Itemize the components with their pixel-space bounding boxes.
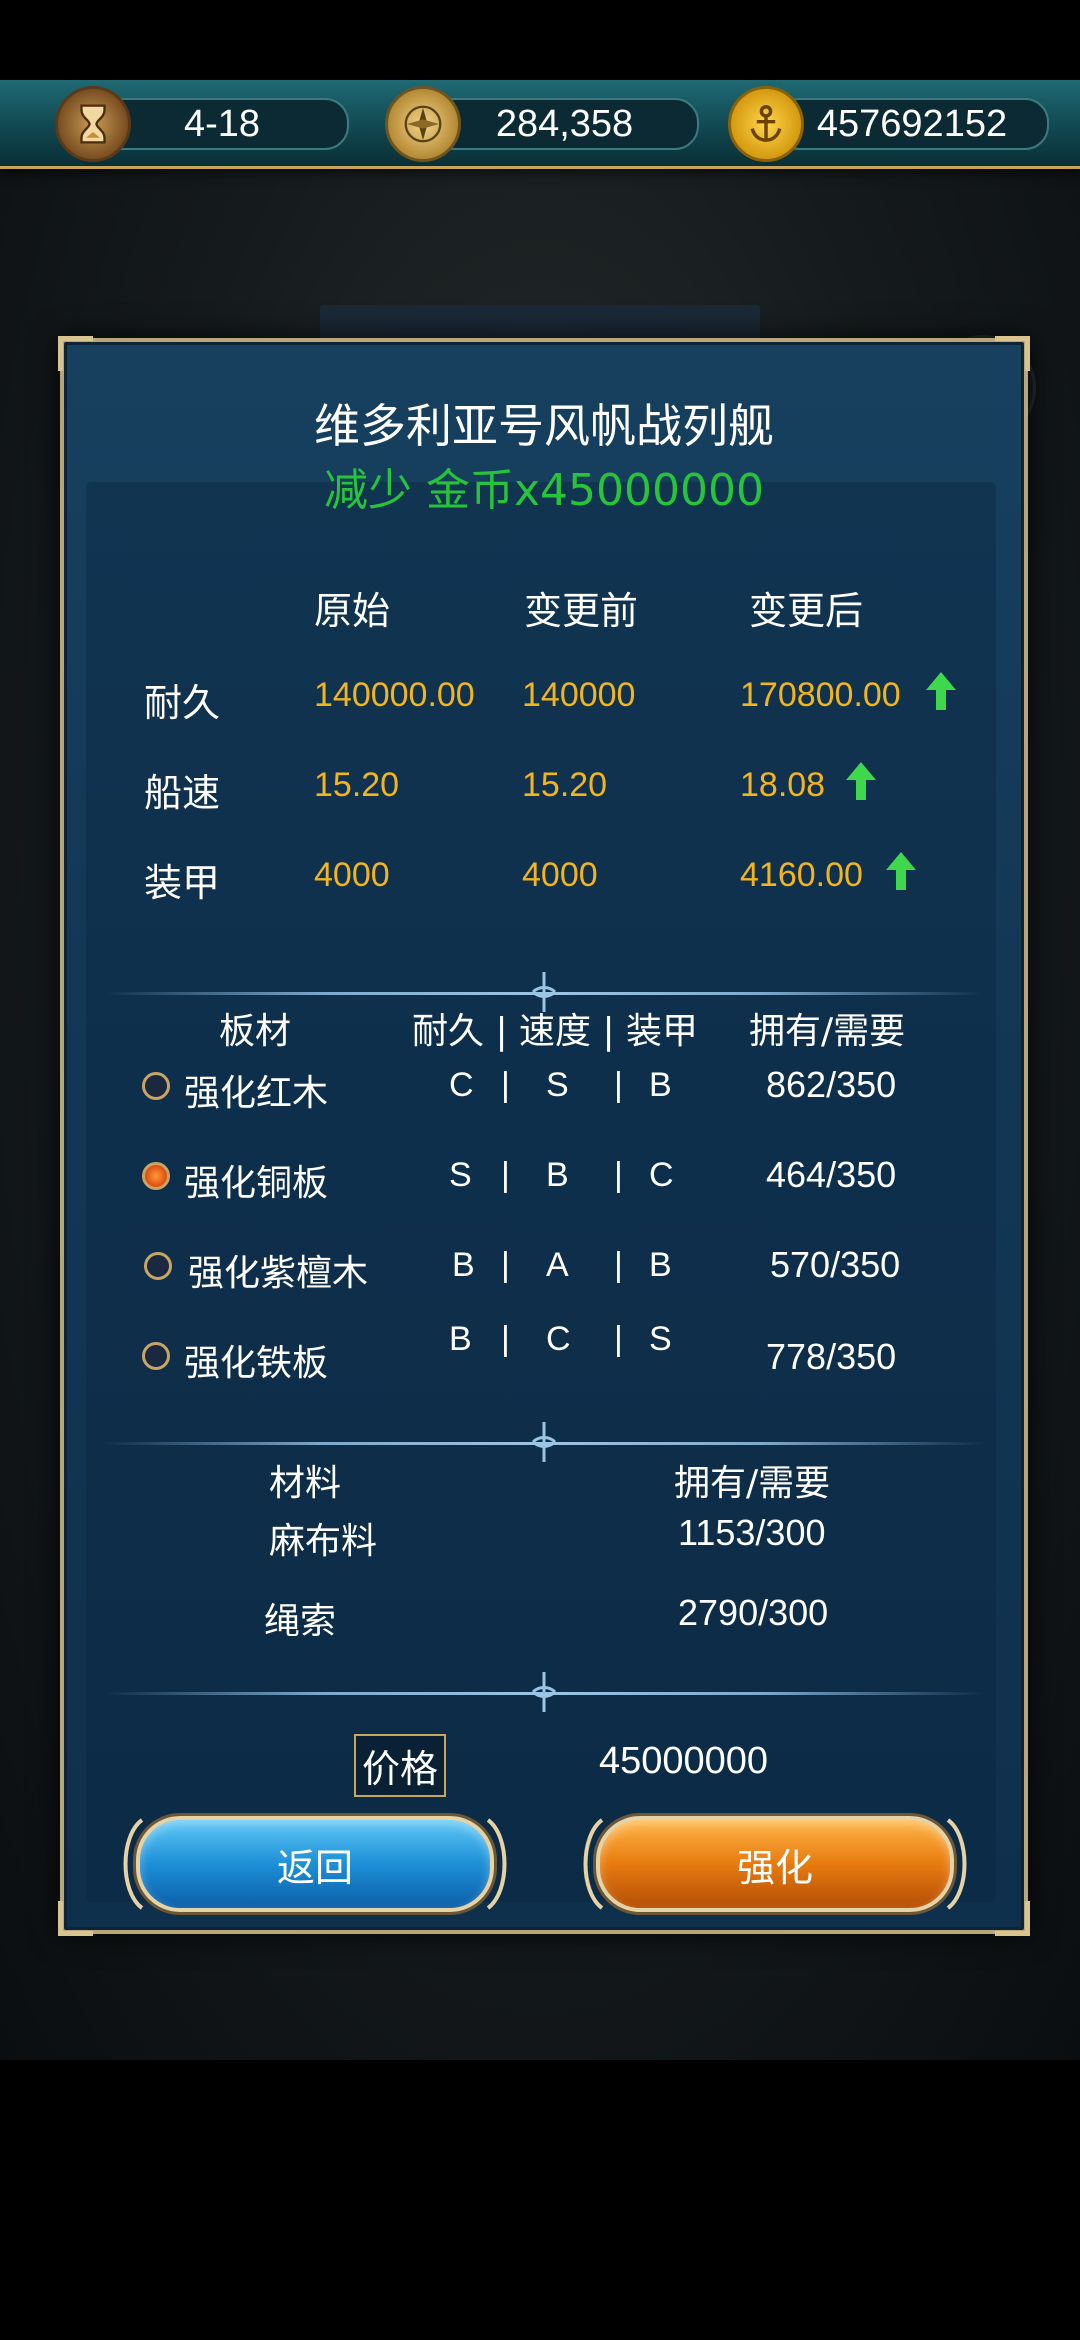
plank-name[interactable]: 强化紫檀木 — [188, 1244, 368, 1296]
frame-corner — [58, 336, 93, 371]
frame-corner — [995, 1901, 1030, 1936]
grade-separator: | — [614, 1320, 623, 1358]
divider-ornament-icon — [531, 1672, 557, 1712]
plank-radio[interactable] — [142, 1342, 170, 1370]
plank-grade: B — [649, 1246, 672, 1284]
upgrade-button[interactable]: 强化 — [583, 1816, 967, 1912]
stat-label-durability: 耐久 — [144, 681, 221, 725]
stat-before: 4000 — [522, 856, 598, 894]
plank-grade: B — [449, 1320, 472, 1358]
plank-grade: C — [449, 1066, 474, 1104]
button-wing-icon — [583, 1818, 604, 1910]
button-wing-icon — [123, 1818, 144, 1910]
divider-ornament-icon — [531, 1422, 557, 1462]
header-original: 原始 — [314, 589, 391, 633]
plank-header-owned: 拥有/需要 — [749, 1011, 906, 1052]
compass-icon[interactable] — [385, 86, 461, 162]
plank-header-material: 板材 — [219, 1011, 292, 1052]
plank-grade: A — [546, 1246, 569, 1284]
material-name: 绳索 — [264, 1601, 337, 1642]
stat-after: 170800.00 — [740, 676, 901, 714]
plank-grade: B — [452, 1246, 475, 1284]
hourglass-icon[interactable] — [55, 86, 131, 162]
grade-separator: | — [501, 1320, 510, 1358]
compass-pill: 284,358 — [430, 98, 699, 150]
material-count: 2790/300 — [678, 1592, 829, 1633]
resource-bar: 4-18 284,358 457692152 — [0, 80, 1080, 169]
plank-grade: S — [649, 1320, 672, 1358]
grade-separator: | — [501, 1156, 510, 1194]
back-button-label: 返回 — [276, 1845, 353, 1890]
stat-label-speed: 船速 — [144, 771, 221, 815]
stage-value: 4-18 — [183, 102, 261, 145]
grade-separator: | — [614, 1246, 623, 1284]
header-after: 变更后 — [749, 589, 864, 633]
ship-title: 维多利亚号风帆战列舰 — [314, 399, 774, 453]
back-button[interactable]: 返回 — [123, 1816, 507, 1912]
gold-pill: 457692152 — [775, 98, 1049, 150]
upgrade-button-label: 强化 — [736, 1845, 813, 1890]
plank-count: 570/350 — [770, 1244, 901, 1285]
plank-count: 862/350 — [766, 1064, 897, 1105]
material-name: 麻布料 — [269, 1521, 378, 1562]
grade-separator: | — [501, 1066, 510, 1104]
button-wing-icon — [946, 1818, 967, 1910]
plank-grade: B — [649, 1066, 672, 1104]
grade-separator: | — [614, 1156, 623, 1194]
grade-separator: | — [501, 1246, 510, 1284]
cost-subtitle: 减少 金币x45000000 — [324, 465, 764, 516]
stat-before: 140000 — [522, 676, 636, 714]
stat-after: 4160.00 — [740, 856, 863, 894]
up-arrow-icon — [886, 852, 916, 890]
compass-value: 284,358 — [495, 102, 634, 145]
material-count: 1153/300 — [678, 1512, 826, 1553]
up-arrow-icon — [846, 762, 876, 800]
stat-after: 18.08 — [740, 766, 826, 804]
plank-name[interactable]: 强化铁板 — [184, 1334, 328, 1386]
plank-count: 464/350 — [766, 1154, 897, 1195]
button-wing-icon — [486, 1818, 507, 1910]
stat-before: 15.20 — [522, 766, 608, 804]
plank-radio[interactable] — [142, 1162, 170, 1190]
stat-label-armor: 装甲 — [144, 861, 221, 905]
anchor-icon[interactable] — [728, 86, 804, 162]
plank-grade: B — [546, 1156, 569, 1194]
plank-grade: S — [449, 1156, 472, 1194]
plank-grade: S — [546, 1066, 569, 1104]
plank-radio[interactable] — [142, 1072, 170, 1100]
plank-grade: C — [649, 1156, 674, 1194]
stat-original: 4000 — [314, 856, 390, 894]
material-header-owned: 拥有/需要 — [674, 1463, 831, 1504]
grade-separator: | — [614, 1066, 623, 1104]
plank-name[interactable]: 强化红木 — [184, 1064, 328, 1116]
gold-value: 457692152 — [816, 102, 1008, 145]
stat-original: 15.20 — [314, 766, 400, 804]
upgrade-dialog: 维多利亚号风帆战列舰 减少 金币x45000000 原始 变更前 变更后 耐久 … — [58, 336, 1030, 1936]
plank-radio[interactable] — [144, 1252, 172, 1280]
plank-name[interactable]: 强化铜板 — [184, 1154, 328, 1206]
price-label: 价格 — [354, 1734, 447, 1797]
plank-count: 778/350 — [766, 1336, 897, 1377]
stage-pill: 4-18 — [95, 98, 349, 150]
price-value: 45000000 — [599, 1740, 769, 1782]
frame-corner — [995, 336, 1030, 371]
plank-grade: C — [546, 1320, 571, 1358]
stat-original: 140000.00 — [314, 676, 475, 714]
up-arrow-icon — [926, 672, 956, 710]
plank-header-grades: 耐久 | 速度 | 装甲 — [412, 1011, 699, 1052]
frame-corner — [58, 1901, 93, 1936]
header-before: 变更前 — [524, 589, 639, 633]
material-header-name: 材料 — [269, 1463, 342, 1504]
